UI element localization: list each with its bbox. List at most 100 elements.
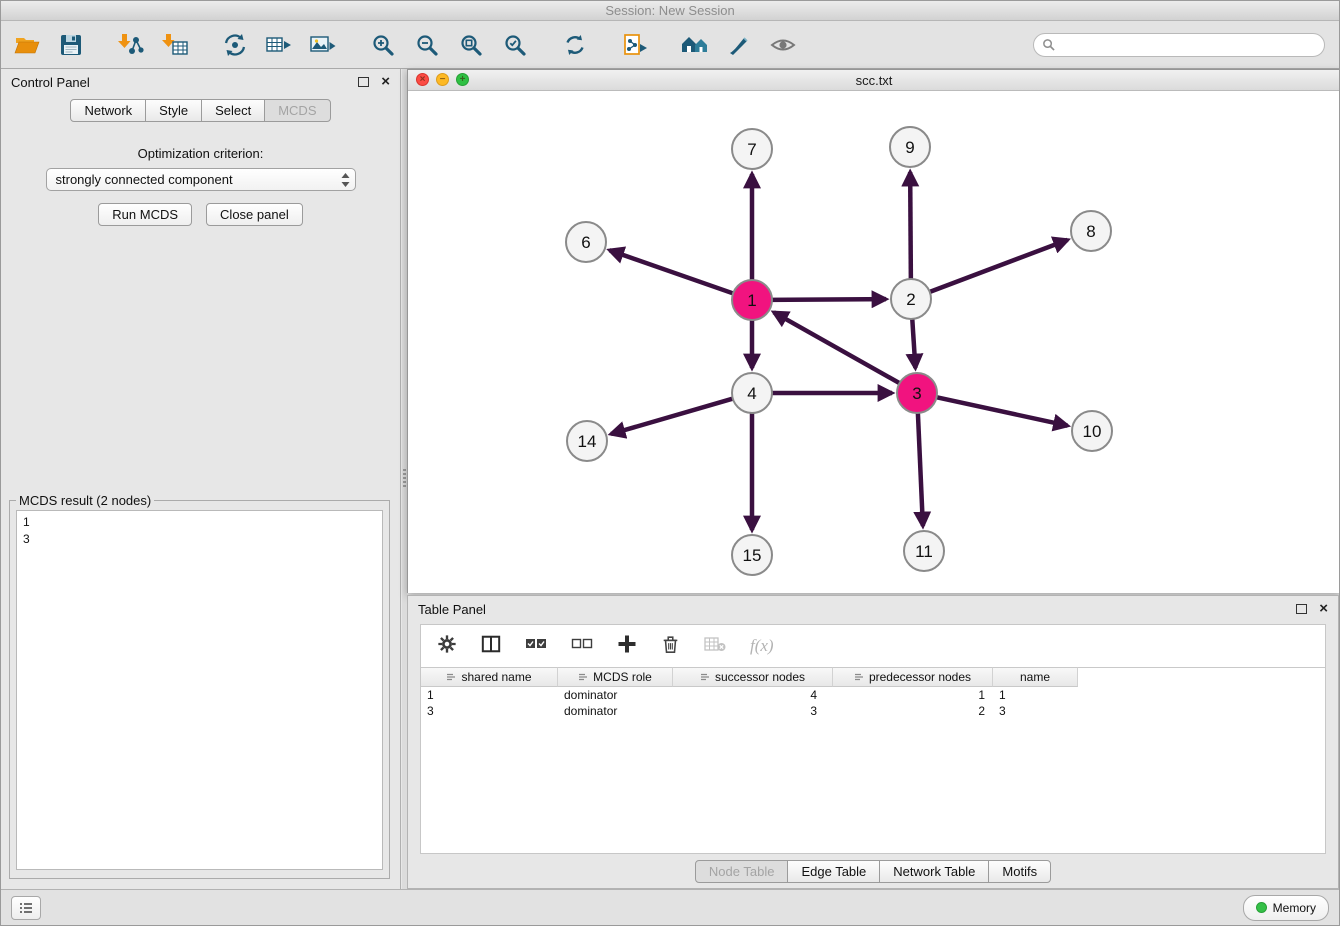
search-input[interactable] xyxy=(1060,37,1316,53)
graph-node-8[interactable]: 8 xyxy=(1071,211,1111,251)
control-panel-header: Control Panel × xyxy=(1,69,400,95)
delete-column-trash-icon[interactable] xyxy=(661,634,680,659)
close-table-panel-icon[interactable]: × xyxy=(1319,602,1328,616)
column-header-name[interactable]: name xyxy=(993,667,1078,687)
refresh-view-icon[interactable] xyxy=(559,29,591,61)
clone-network-icon[interactable] xyxy=(619,29,651,61)
zoom-fit-icon[interactable] xyxy=(455,29,487,61)
node-table: shared name MCDS role successor nodes pr… xyxy=(421,667,1325,719)
tab-motifs[interactable]: Motifs xyxy=(988,860,1051,883)
graph-node-14[interactable]: 14 xyxy=(567,421,607,461)
graph-node-10[interactable]: 10 xyxy=(1072,411,1112,451)
graph-node-7[interactable]: 7 xyxy=(732,129,772,169)
save-session-icon[interactable] xyxy=(55,29,87,61)
memory-label: Memory xyxy=(1273,901,1316,915)
table-cell[interactable]: dominator xyxy=(558,703,673,719)
table-content: f(x) shared name MCDS role successor nod… xyxy=(420,624,1326,854)
table-settings-gear-icon[interactable] xyxy=(437,634,457,659)
apply-style-icon[interactable] xyxy=(723,29,755,61)
graph-node-15[interactable]: 15 xyxy=(732,535,772,575)
table-toolbar: f(x) xyxy=(421,625,1325,667)
optimization-criterion-select[interactable]: strongly connected component xyxy=(46,168,356,191)
graph-edge-1-6[interactable] xyxy=(610,250,735,294)
tab-mcds[interactable]: MCDS xyxy=(264,99,330,122)
export-image-icon[interactable] xyxy=(307,29,339,61)
graph-edge-1-2[interactable] xyxy=(770,299,886,300)
toolbar-search[interactable] xyxy=(1033,33,1325,57)
status-bar: Memory xyxy=(1,889,1339,925)
graph-edge-2-9[interactable] xyxy=(910,172,911,281)
table-cell[interactable]: 1 xyxy=(993,687,1078,703)
graph-edge-3-1[interactable] xyxy=(774,312,902,384)
table-cell[interactable]: 3 xyxy=(993,703,1078,719)
column-header-mcds-role[interactable]: MCDS role xyxy=(558,667,673,687)
close-panel-button[interactable]: Close panel xyxy=(206,203,303,226)
graph-node-2[interactable]: 2 xyxy=(891,279,931,319)
graph-node-label: 2 xyxy=(906,290,915,309)
graph-node-label: 14 xyxy=(578,432,597,451)
graph-edge-2-8[interactable] xyxy=(928,240,1068,293)
mcds-result-box: MCDS result (2 nodes) 1 3 xyxy=(9,493,390,879)
close-window-icon[interactable]: × xyxy=(416,73,429,86)
tab-network-table[interactable]: Network Table xyxy=(879,860,989,883)
import-table-icon[interactable] xyxy=(159,29,191,61)
graph-node-6[interactable]: 6 xyxy=(566,222,606,262)
graph-edge-4-14[interactable] xyxy=(611,398,735,434)
maximize-window-icon[interactable]: + xyxy=(456,73,469,86)
tab-edge-table[interactable]: Edge Table xyxy=(787,860,880,883)
table-cell-filler xyxy=(1078,687,1325,703)
search-icon xyxy=(1042,38,1055,51)
add-column-icon[interactable] xyxy=(617,634,637,659)
graph-node-11[interactable]: 11 xyxy=(904,531,944,571)
list-icon xyxy=(19,902,33,914)
table-cell[interactable]: 3 xyxy=(421,703,558,719)
graph-node-1[interactable]: 1 xyxy=(732,280,772,320)
network-canvas[interactable]: 7 9 6 8 1 2 4 3 14 10 15 11 xyxy=(408,91,1340,593)
column-header-predecessor-nodes[interactable]: predecessor nodes xyxy=(833,667,993,687)
export-network-icon[interactable] xyxy=(219,29,251,61)
task-history-button[interactable] xyxy=(11,896,41,920)
network-window-titlebar: × − + scc.txt xyxy=(408,70,1340,91)
export-table-icon[interactable] xyxy=(263,29,295,61)
run-mcds-button[interactable]: Run MCDS xyxy=(98,203,192,226)
zoom-in-icon[interactable] xyxy=(367,29,399,61)
table-cell[interactable]: 3 xyxy=(673,703,833,719)
delete-table-icon xyxy=(704,636,726,657)
tab-network[interactable]: Network xyxy=(70,99,146,122)
table-cell[interactable]: 1 xyxy=(833,687,993,703)
splitter-grip[interactable] xyxy=(403,469,406,487)
column-header-shared-name[interactable]: shared name xyxy=(421,667,558,687)
split-columns-icon[interactable] xyxy=(481,634,501,659)
graph-edge-3-11[interactable] xyxy=(918,411,923,526)
select-all-icon[interactable] xyxy=(525,636,547,657)
table-cell[interactable]: 1 xyxy=(421,687,558,703)
home-neighbors-icon[interactable] xyxy=(679,29,711,61)
mcds-result-list[interactable]: 1 3 xyxy=(16,510,383,870)
open-session-icon[interactable] xyxy=(11,29,43,61)
eye-icon[interactable] xyxy=(767,29,799,61)
deselect-all-icon[interactable] xyxy=(571,636,593,657)
column-header-successor-nodes[interactable]: successor nodes xyxy=(673,667,833,687)
minimize-window-icon[interactable]: − xyxy=(436,73,449,86)
table-cell[interactable]: dominator xyxy=(558,687,673,703)
graph-edge-2-3[interactable] xyxy=(912,317,915,368)
tab-style[interactable]: Style xyxy=(145,99,202,122)
float-table-panel-icon[interactable] xyxy=(1296,604,1307,614)
graph-node-9[interactable]: 9 xyxy=(890,127,930,167)
graph-node-label: 10 xyxy=(1083,422,1102,441)
float-panel-icon[interactable] xyxy=(358,77,369,87)
memory-button[interactable]: Memory xyxy=(1243,895,1329,921)
graph-node-label: 3 xyxy=(912,384,921,403)
graph-node-3[interactable]: 3 xyxy=(897,373,937,413)
import-network-icon[interactable] xyxy=(115,29,147,61)
graph-edge-3-10[interactable] xyxy=(935,397,1068,426)
zoom-out-icon[interactable] xyxy=(411,29,443,61)
tab-select[interactable]: Select xyxy=(201,99,265,122)
tab-node-table[interactable]: Node Table xyxy=(695,860,789,883)
table-cell[interactable]: 4 xyxy=(673,687,833,703)
table-cell[interactable]: 2 xyxy=(833,703,993,719)
graph-node-4[interactable]: 4 xyxy=(732,373,772,413)
close-panel-icon[interactable]: × xyxy=(381,75,390,89)
graph-node-label: 6 xyxy=(581,233,590,252)
zoom-selected-icon[interactable] xyxy=(499,29,531,61)
